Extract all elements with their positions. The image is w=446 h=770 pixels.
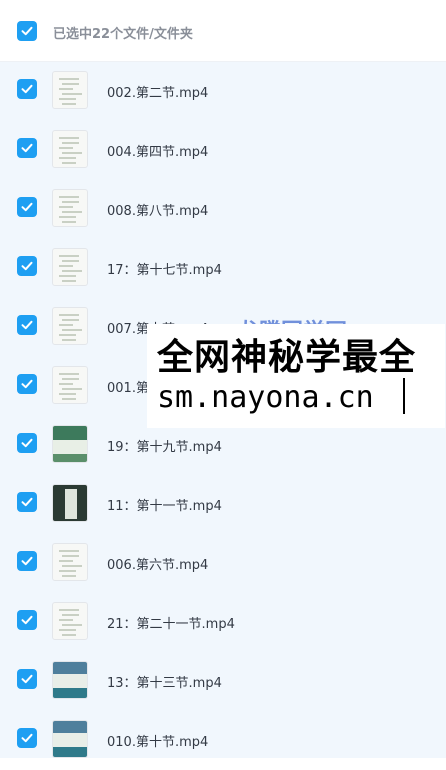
file-checkbox[interactable]: [17, 256, 37, 276]
file-name: 006.第六节.mp4: [107, 558, 209, 573]
checkmark-icon: [21, 320, 33, 330]
file-row[interactable]: 002.第二节.mp4: [0, 62, 446, 121]
file-row[interactable]: 13：第十三节.mp4: [0, 652, 446, 711]
file-name: 004.第四节.mp4: [107, 145, 209, 160]
checkmark-icon: [21, 379, 33, 389]
file-thumbnail: [52, 71, 88, 109]
file-thumbnail: [52, 189, 88, 227]
watermark-title: 全网神秘学最全: [157, 337, 417, 378]
checkmark-icon: [21, 26, 33, 36]
file-thumbnail: [52, 720, 88, 758]
file-name: 11：第十一节.mp4: [107, 499, 222, 514]
file-checkbox[interactable]: [17, 728, 37, 748]
file-name: 010.第十节.mp4: [107, 735, 209, 750]
file-checkbox[interactable]: [17, 433, 37, 453]
file-thumbnail: [52, 484, 88, 522]
checkmark-icon: [21, 84, 33, 94]
file-checkbox[interactable]: [17, 79, 37, 99]
file-checkbox[interactable]: [17, 610, 37, 630]
file-name: 008.第八节.mp4: [107, 204, 209, 219]
file-row[interactable]: 17：第十七节.mp4: [0, 239, 446, 298]
checkmark-icon: [21, 438, 33, 448]
file-row[interactable]: 006.第六节.mp4: [0, 534, 446, 593]
file-row[interactable]: 21：第二十一节.mp4: [0, 593, 446, 652]
file-row[interactable]: 008.第八节.mp4: [0, 180, 446, 239]
checkmark-icon: [21, 143, 33, 153]
checkmark-icon: [21, 497, 33, 507]
file-thumbnail: [52, 307, 88, 345]
checkmark-icon: [21, 556, 33, 566]
checkmark-icon: [21, 733, 33, 743]
file-name: 17：第十七节.mp4: [107, 263, 222, 278]
file-name: 001.第: [107, 381, 149, 396]
file-checkbox[interactable]: [17, 138, 37, 158]
file-thumbnail: [52, 130, 88, 168]
watermark-overlay: 全网神秘学最全 sm.nayona.cn: [147, 324, 445, 428]
checkmark-icon: [21, 674, 33, 684]
file-checkbox[interactable]: [17, 374, 37, 394]
file-thumbnail: [52, 366, 88, 404]
file-thumbnail: [52, 602, 88, 640]
file-thumbnail: [52, 661, 88, 699]
file-thumbnail: [52, 248, 88, 286]
file-name: 19：第十九节.mp4: [107, 440, 222, 455]
text-cursor: [403, 378, 405, 414]
file-thumbnail: [52, 543, 88, 581]
checkmark-icon: [21, 261, 33, 271]
selection-header: 已选中22个文件/文件夹: [0, 0, 446, 62]
file-checkbox[interactable]: [17, 197, 37, 217]
file-name: 13：第十三节.mp4: [107, 676, 222, 691]
select-all-checkbox[interactable]: [17, 21, 37, 41]
checkmark-icon: [21, 202, 33, 212]
file-name: 21：第二十一节.mp4: [107, 617, 235, 632]
checkmark-icon: [21, 615, 33, 625]
file-row[interactable]: 004.第四节.mp4: [0, 121, 446, 180]
file-thumbnail: [52, 425, 88, 463]
selection-count-label: 已选中22个文件/文件夹: [53, 27, 193, 42]
file-checkbox[interactable]: [17, 551, 37, 571]
file-checkbox[interactable]: [17, 492, 37, 512]
file-checkbox[interactable]: [17, 315, 37, 335]
file-row[interactable]: 010.第十节.mp4: [0, 711, 446, 770]
file-name: 002.第二节.mp4: [107, 86, 209, 101]
file-row[interactable]: 11：第十一节.mp4: [0, 475, 446, 534]
watermark-url: sm.nayona.cn: [157, 380, 374, 415]
file-checkbox[interactable]: [17, 669, 37, 689]
